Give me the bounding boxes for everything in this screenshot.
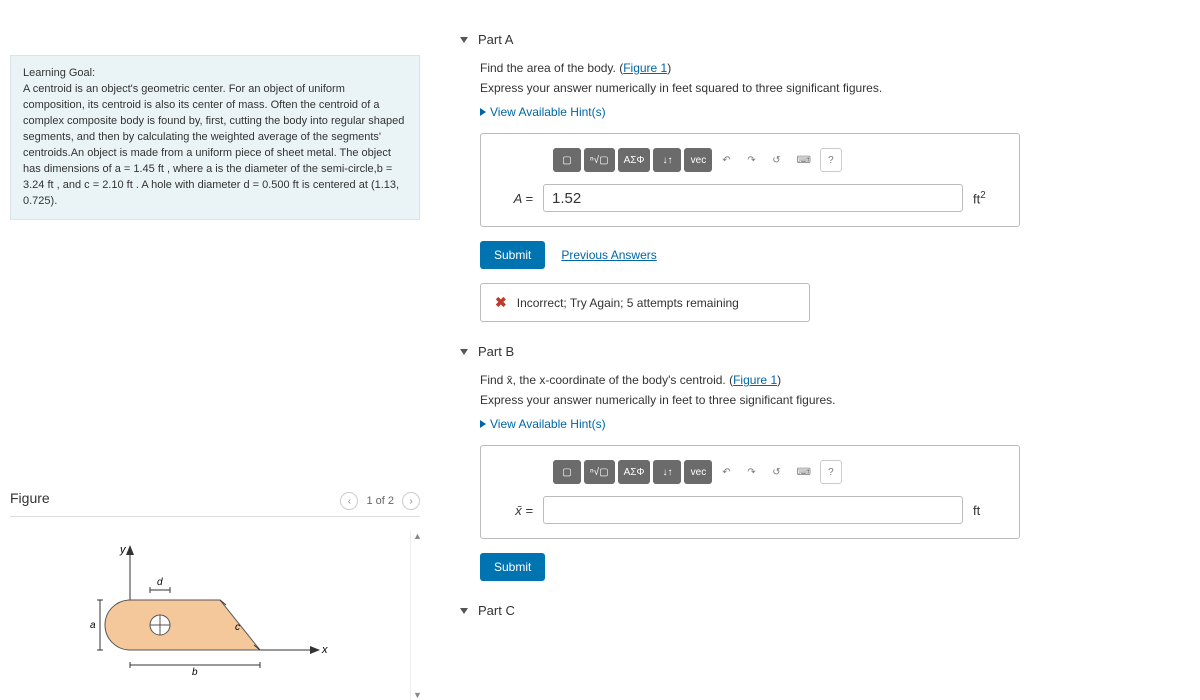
- part-b-hints[interactable]: View Available Hint(s): [480, 417, 1160, 431]
- tb-redo-button[interactable]: ↷: [740, 460, 762, 484]
- tb-greek-button[interactable]: ΑΣΦ: [618, 460, 651, 484]
- equation-toolbar: ▢ ⁿ√▢ ΑΣΦ ↓↑ vec ↶ ↷ ↺ ⌨ ?: [553, 460, 1003, 484]
- tb-vec-button[interactable]: vec: [684, 148, 712, 172]
- figure-next-button[interactable]: ›: [402, 492, 420, 510]
- tb-root-button[interactable]: ⁿ√▢: [584, 148, 615, 172]
- figure-scrollbar[interactable]: ▲ ▼: [410, 531, 424, 700]
- part-b-var-label: x̄ =: [497, 503, 533, 518]
- tb-greek-button[interactable]: ΑΣΦ: [618, 148, 651, 172]
- part-a-var-label: A =: [497, 191, 533, 206]
- axis-x-label: x: [321, 644, 328, 656]
- axis-y-label: y: [119, 544, 127, 556]
- part-b-unit: ft: [973, 503, 1003, 518]
- equation-toolbar: ▢ ⁿ√▢ ΑΣΦ ↓↑ vec ↶ ↷ ↺ ⌨ ?: [553, 148, 1003, 172]
- part-a-previous-answers-link[interactable]: Previous Answers: [561, 248, 656, 262]
- tb-reset-button[interactable]: ↺: [765, 148, 787, 172]
- part-a-unit: ft2: [973, 190, 1003, 206]
- figure-title: Figure: [10, 490, 50, 506]
- part-a-feedback: ✖ Incorrect; Try Again; 5 attempts remai…: [480, 283, 810, 322]
- figure-pager-text: 1 of 2: [366, 495, 394, 507]
- part-b-title: Part B: [478, 344, 514, 359]
- tb-vec-button[interactable]: vec: [684, 460, 712, 484]
- learning-goal-text: A centroid is an object's geometric cent…: [23, 82, 407, 210]
- part-b-answer-input[interactable]: [543, 496, 963, 524]
- svg-text:c: c: [235, 622, 240, 633]
- svg-text:a: a: [90, 620, 96, 631]
- tb-template-button[interactable]: ▢: [553, 148, 581, 172]
- tb-keyboard-button[interactable]: ⌨: [790, 460, 816, 484]
- caret-right-icon: [480, 108, 486, 116]
- figure-canvas: y x d a: [10, 535, 420, 700]
- part-c-title: Part C: [478, 603, 515, 618]
- tb-reset-button[interactable]: ↺: [765, 460, 787, 484]
- tb-redo-button[interactable]: ↷: [740, 148, 762, 172]
- scroll-up-icon: ▲: [413, 531, 422, 541]
- svg-text:d: d: [157, 577, 163, 588]
- tb-keyboard-button[interactable]: ⌨: [790, 148, 816, 172]
- figure-svg: y x d a: [90, 535, 340, 675]
- figure-link[interactable]: Figure 1: [733, 373, 777, 387]
- part-a-hints[interactable]: View Available Hint(s): [480, 105, 1160, 119]
- tb-undo-button[interactable]: ↶: [715, 148, 737, 172]
- tb-undo-button[interactable]: ↶: [715, 460, 737, 484]
- part-a-prompt: Find the area of the body. (Figure 1): [480, 61, 1160, 75]
- tb-arrows-button[interactable]: ↓↑: [653, 460, 681, 484]
- part-b-submit-button[interactable]: Submit: [480, 553, 545, 581]
- caret-down-icon[interactable]: [460, 349, 468, 355]
- incorrect-icon: ✖: [495, 294, 507, 311]
- tb-help-button[interactable]: ?: [820, 148, 842, 172]
- part-b-answer-box: ▢ ⁿ√▢ ΑΣΦ ↓↑ vec ↶ ↷ ↺ ⌨ ? x̄ = ft: [480, 445, 1020, 539]
- tb-root-button[interactable]: ⁿ√▢: [584, 460, 615, 484]
- part-a-title: Part A: [478, 32, 513, 47]
- scroll-down-icon: ▼: [413, 690, 422, 700]
- caret-right-icon: [480, 420, 486, 428]
- caret-down-icon[interactable]: [460, 608, 468, 614]
- tb-template-button[interactable]: ▢: [553, 460, 581, 484]
- part-a-answer-input[interactable]: [543, 184, 963, 212]
- learning-goal-box: Learning Goal: A centroid is an object's…: [10, 55, 420, 220]
- caret-down-icon[interactable]: [460, 37, 468, 43]
- part-b-instruction: Express your answer numerically in feet …: [480, 393, 1160, 407]
- tb-help-button[interactable]: ?: [820, 460, 842, 484]
- part-a-submit-button[interactable]: Submit: [480, 241, 545, 269]
- part-b-prompt: Find x̄, the x-coordinate of the body's …: [480, 373, 1160, 387]
- figure-link[interactable]: Figure 1: [623, 61, 667, 75]
- svg-text:b: b: [192, 667, 198, 675]
- tb-arrows-button[interactable]: ↓↑: [653, 148, 681, 172]
- learning-goal-label: Learning Goal:: [23, 66, 407, 82]
- part-a-instruction: Express your answer numerically in feet …: [480, 81, 1160, 95]
- part-a-answer-box: ▢ ⁿ√▢ ΑΣΦ ↓↑ vec ↶ ↷ ↺ ⌨ ? A = ft2: [480, 133, 1020, 227]
- figure-prev-button[interactable]: ‹: [340, 492, 358, 510]
